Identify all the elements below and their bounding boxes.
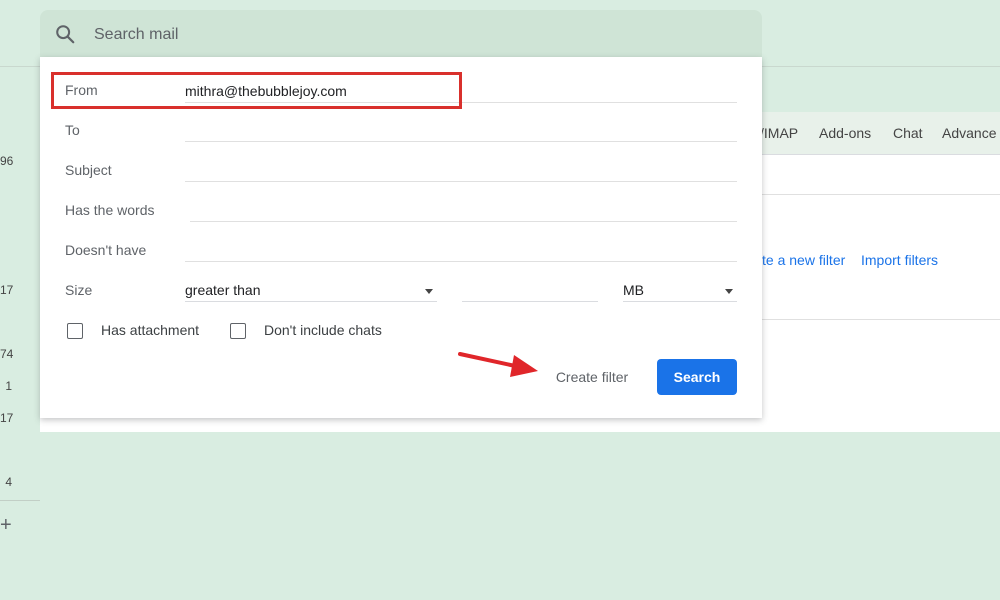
has-words-field[interactable] (190, 199, 737, 222)
subject-field[interactable] (185, 159, 737, 182)
doesnt-have-field[interactable] (185, 239, 737, 262)
sidebar-count: 17 (0, 283, 14, 297)
to-label: To (65, 122, 80, 138)
tab-add-ons[interactable]: Add-ons (819, 125, 871, 141)
sidebar-count: 1 (5, 379, 12, 393)
settings-divider (760, 319, 1000, 320)
to-field[interactable] (185, 119, 737, 142)
sidebar-count: 96 (0, 154, 14, 168)
size-unit-select[interactable]: MB (623, 279, 737, 302)
has-attachment-label[interactable]: Has attachment (101, 322, 199, 338)
advanced-search-dialog: From To Subject Has the words Doesn't ha… (40, 57, 762, 418)
chevron-down-icon (425, 289, 433, 294)
sidebar-count: 17 (0, 411, 14, 425)
search-icon[interactable] (54, 23, 76, 45)
has-attachment-checkbox[interactable] (67, 323, 83, 339)
size-comparator-select[interactable]: greater than (185, 279, 437, 302)
size-value-field[interactable] (462, 279, 598, 302)
highlight-box (51, 72, 462, 109)
tab-advanced[interactable]: Advance (942, 125, 996, 141)
subject-label: Subject (65, 162, 112, 178)
search-input[interactable] (92, 22, 696, 48)
search-button[interactable]: Search (657, 359, 737, 395)
size-label: Size (65, 282, 93, 298)
size-unit-value: MB (623, 282, 644, 298)
sidebar-count: 4 (5, 475, 12, 489)
sidebar-divider (0, 500, 40, 501)
sidebar-count: 74 (0, 347, 14, 361)
search-bar (40, 10, 762, 58)
dont-include-chats-checkbox[interactable] (230, 323, 246, 339)
tab-chat[interactable]: Chat (893, 125, 923, 141)
size-comparator-value: greater than (185, 282, 261, 298)
tab-imap[interactable]: /IMAP (760, 125, 798, 141)
doesnt-have-label: Doesn't have (65, 242, 147, 258)
has-words-label: Has the words (65, 202, 155, 218)
create-filter-button[interactable]: Create filter (540, 359, 644, 395)
import-filters-link[interactable]: Import filters (861, 252, 938, 268)
chevron-down-icon (725, 289, 733, 294)
dont-include-chats-label[interactable]: Don't include chats (264, 322, 382, 338)
settings-divider (760, 194, 1000, 195)
create-new-filter-link[interactable]: te a new filter (762, 252, 845, 268)
plus-icon[interactable]: + (0, 514, 16, 536)
red-arrow-icon (458, 352, 538, 377)
